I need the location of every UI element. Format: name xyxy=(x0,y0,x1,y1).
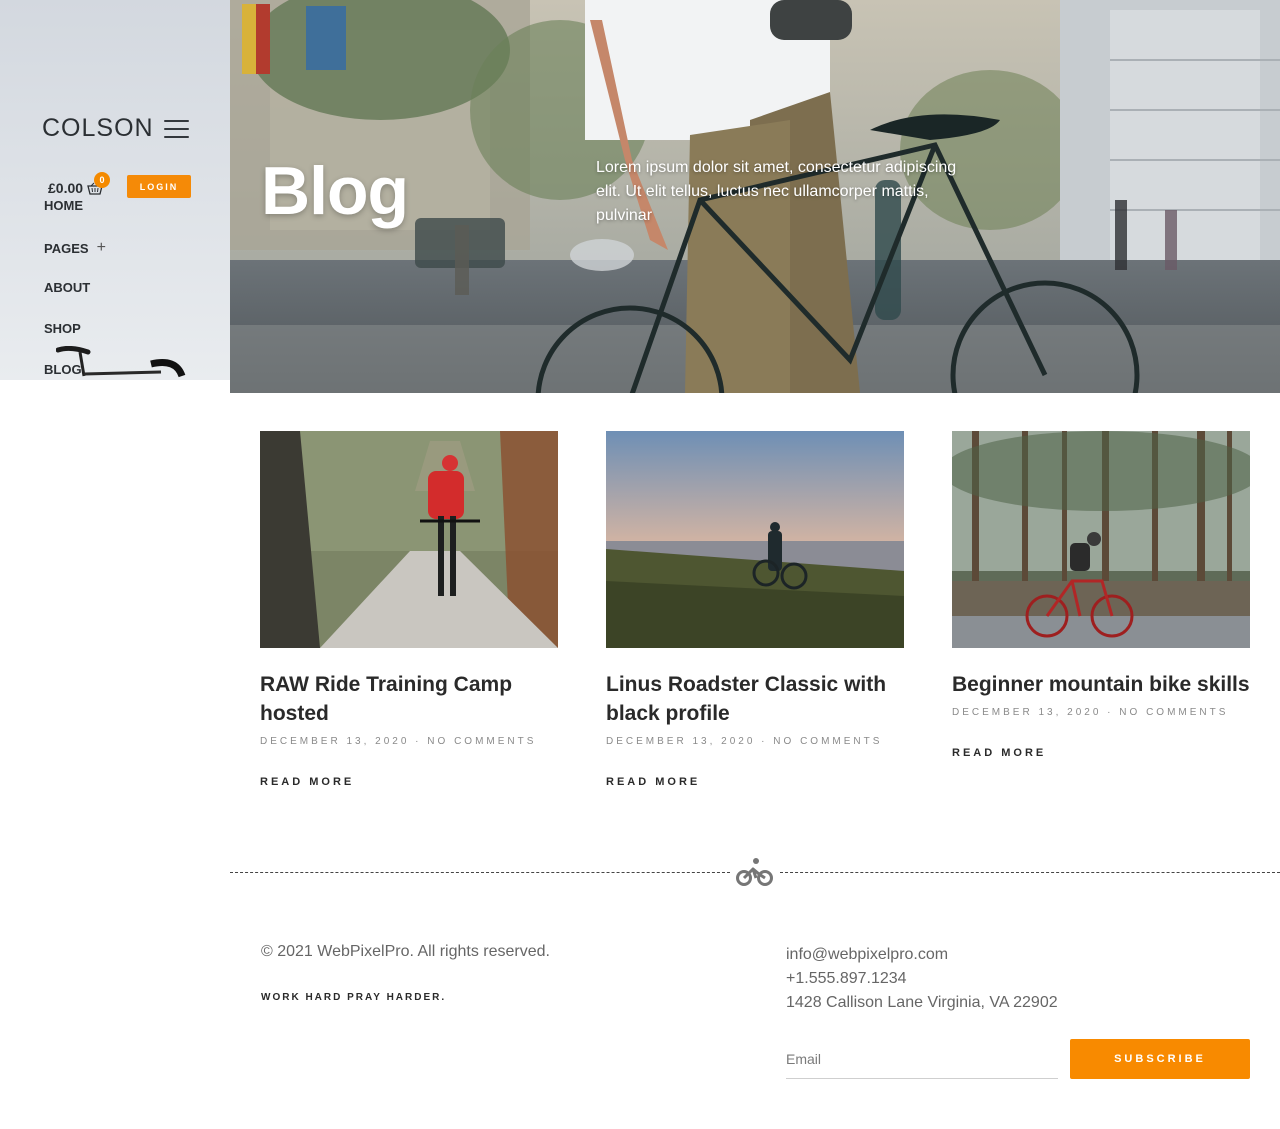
post-image[interactable] xyxy=(952,431,1250,648)
divider-line-right xyxy=(780,872,1280,873)
nav-item-home[interactable]: HOME xyxy=(44,198,83,213)
post-date[interactable]: DECEMBER 13, 2020 xyxy=(260,736,409,747)
logo[interactable]: COLSON xyxy=(42,114,189,143)
hamburger-icon[interactable] xyxy=(163,119,189,138)
contact-info: info@webpixelpro.com +1.555.897.1234 142… xyxy=(786,943,1058,1015)
read-more-link[interactable]: READ MORE xyxy=(260,776,354,788)
post-image[interactable] xyxy=(606,431,904,648)
post-card: RAW Ride Training Camp hosted DECEMBER 1… xyxy=(260,431,558,790)
post-meta: DECEMBER 13, 2020 · NO COMMENTS xyxy=(606,736,904,747)
page-title: Blog xyxy=(261,153,409,229)
post-comments[interactable]: NO COMMENTS xyxy=(773,736,882,747)
nav-item-label: HOME xyxy=(44,198,83,213)
nav-item-about[interactable]: ABOUT xyxy=(44,280,90,295)
post-comments[interactable]: NO COMMENTS xyxy=(1119,707,1228,718)
read-more-link[interactable]: READ MORE xyxy=(952,747,1046,759)
post-comments[interactable]: NO COMMENTS xyxy=(427,736,536,747)
post-date[interactable]: DECEMBER 13, 2020 xyxy=(606,736,755,747)
post-meta: DECEMBER 13, 2020 · NO COMMENTS xyxy=(952,707,1250,718)
logo-text[interactable]: COLSON xyxy=(42,114,154,143)
meta-separator: · xyxy=(415,736,422,747)
nav-item-label: PAGES xyxy=(44,240,89,256)
divider-line-left xyxy=(230,872,730,873)
cart-count-badge: 0 xyxy=(94,172,110,188)
meta-separator: · xyxy=(761,736,768,747)
post-meta: DECEMBER 13, 2020 · NO COMMENTS xyxy=(260,736,558,747)
contact-phone[interactable]: +1.555.897.1234 xyxy=(786,967,1058,991)
post-card: Linus Roadster Classic with black profil… xyxy=(606,431,904,790)
cart-amount: £0.00 xyxy=(48,180,84,196)
subscribe-button[interactable]: SUBSCRIBE xyxy=(1070,1039,1250,1079)
nav-item-label: ABOUT xyxy=(44,280,91,295)
nav-item-pages[interactable]: PAGES + xyxy=(44,239,106,257)
newsletter-email-input[interactable] xyxy=(786,1040,1058,1079)
login-button[interactable]: LOGIN xyxy=(127,175,191,198)
sidebar: COLSON £0.00 0 LOGIN HOME PAGES + ABOUT … xyxy=(0,0,230,380)
post-title[interactable]: Linus Roadster Classic with black profil… xyxy=(606,670,904,728)
contact-email[interactable]: info@webpixelpro.com xyxy=(786,943,1058,967)
post-title[interactable]: Beginner mountain bike skills xyxy=(952,670,1250,699)
post-date[interactable]: DECEMBER 13, 2020 xyxy=(952,707,1101,718)
post-title[interactable]: RAW Ride Training Camp hosted xyxy=(260,670,558,728)
nav-item-label: SHOP xyxy=(44,321,81,336)
copyright: © 2021 WebPixelPro. All rights reserved. xyxy=(261,943,550,960)
plus-icon[interactable]: + xyxy=(97,239,106,257)
bicycle-icon xyxy=(736,858,773,886)
hero-banner: Blog Lorem ipsum dolor sit amet, consect… xyxy=(230,0,1280,393)
contact-address: 1428 Callison Lane Virginia, VA 22902 xyxy=(786,994,1058,1011)
bicycle-image xyxy=(56,346,186,378)
tagline: WORK HARD PRAY HARDER. xyxy=(261,992,447,1003)
post-card: Beginner mountain bike skills DECEMBER 1… xyxy=(952,431,1250,761)
read-more-link[interactable]: READ MORE xyxy=(606,776,700,788)
meta-separator: · xyxy=(1107,707,1114,718)
post-image[interactable] xyxy=(260,431,558,648)
hero-description: Lorem ipsum dolor sit amet, consectetur … xyxy=(596,159,957,224)
nav-item-shop[interactable]: SHOP xyxy=(44,321,81,336)
